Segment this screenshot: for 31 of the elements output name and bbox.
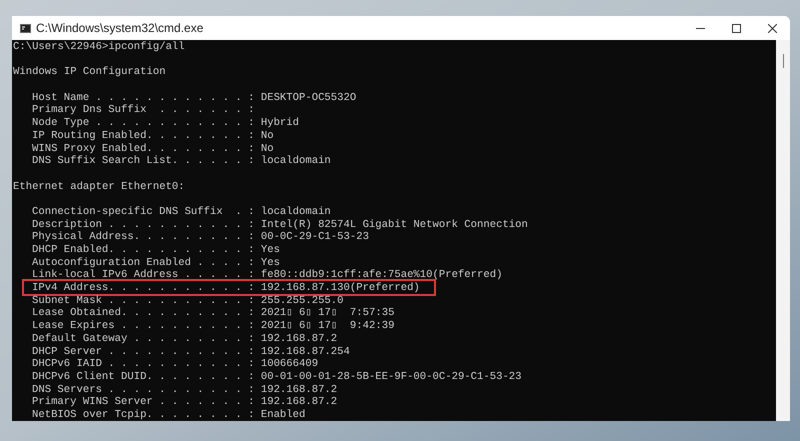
output-line: Lease Expires . . . . . . . . . . : 2021▯ 6▯ 17▯ 9:42:39	[32, 320, 394, 332]
maximize-icon	[732, 24, 740, 32]
output-line: Primary Dns Suffix . . . . . . . :	[32, 104, 255, 116]
output-line: DHCP Enabled. . . . . . . . . . . : Yes	[32, 244, 280, 256]
output-line: Primary WINS Server . . . . . . . : 192.168.87.2	[32, 396, 338, 408]
output-line: Physical Address. . . . . . . . . : 00-0C-29-C1-53-23	[32, 231, 369, 244]
output-line: Node Type . . . . . . . . . . . . : Hybrid	[32, 117, 300, 130]
command-line: C:\Users\22946>ipconfig/all	[12, 41, 186, 54]
output-line: WINS Proxy Enabled. . . . . . . . : No	[32, 142, 274, 155]
output-line: Lease Obtained. . . . . . . . . . : 2021▯ 6▯ 17▯ 7:57:35	[32, 307, 394, 320]
output-line: DNS Suffix Search List. . . . . . : localdomain	[32, 155, 331, 168]
output-line: Autoconfiguration Enabled . . . . : Yes	[32, 256, 280, 269]
output-line: IP Routing Enabled. . . . . . . . : No	[32, 130, 274, 142]
output-line: DHCPv6 IAID . . . . . . . . . . . : 100666409	[32, 358, 318, 370]
output-line: DNS Servers . . . . . . . . . . . : 192.168.87.2	[32, 384, 338, 396]
output-line: Default Gateway . . . . . . . . . : 192.168.87.2	[32, 332, 338, 345]
window-title: C:\Windows\system32\cmd.exe	[36, 20, 204, 37]
scrollbar-thumb[interactable]	[782, 54, 784, 68]
output-line: NetBIOS over Tcpip. . . . . . . . : Enabled	[32, 408, 306, 421]
output-line: Description . . . . . . . . . . . : Intel(R) 82574L Gigabit Network Connection	[32, 218, 528, 231]
output-line: DHCP Server . . . . . . . . . . . : 192.168.87.254	[32, 346, 350, 358]
output-line: Host Name . . . . . . . . . . . . : DESKTOP-OC5532O	[32, 92, 356, 104]
close-icon	[768, 24, 776, 32]
section-heading: Ethernet adapter Ethernet0:	[12, 180, 186, 194]
output-line: DHCPv6 Client DUID. . . . . . . . : 00-01-00-01-28-5B-EE-9F-00-0C-29-C1-53-23	[32, 370, 522, 383]
output-line: Subnet Mask . . . . . . . . . . . : 255.255.255.0	[32, 294, 344, 307]
output-line: Link-local IPv6 Address . . . . . : fe80::ddb9:1cff:afe:75ae%10(Preferred)	[32, 269, 502, 282]
terminal-icon	[20, 24, 31, 32]
section-heading: Windows IP Configuration	[12, 66, 167, 80]
output-line: Connection-specific DNS Suffix . : localdomain	[32, 206, 331, 218]
output-line: IPv4 Address. . . . . . . . . . . : 192.168.87.130(Preferred)	[32, 282, 420, 294]
